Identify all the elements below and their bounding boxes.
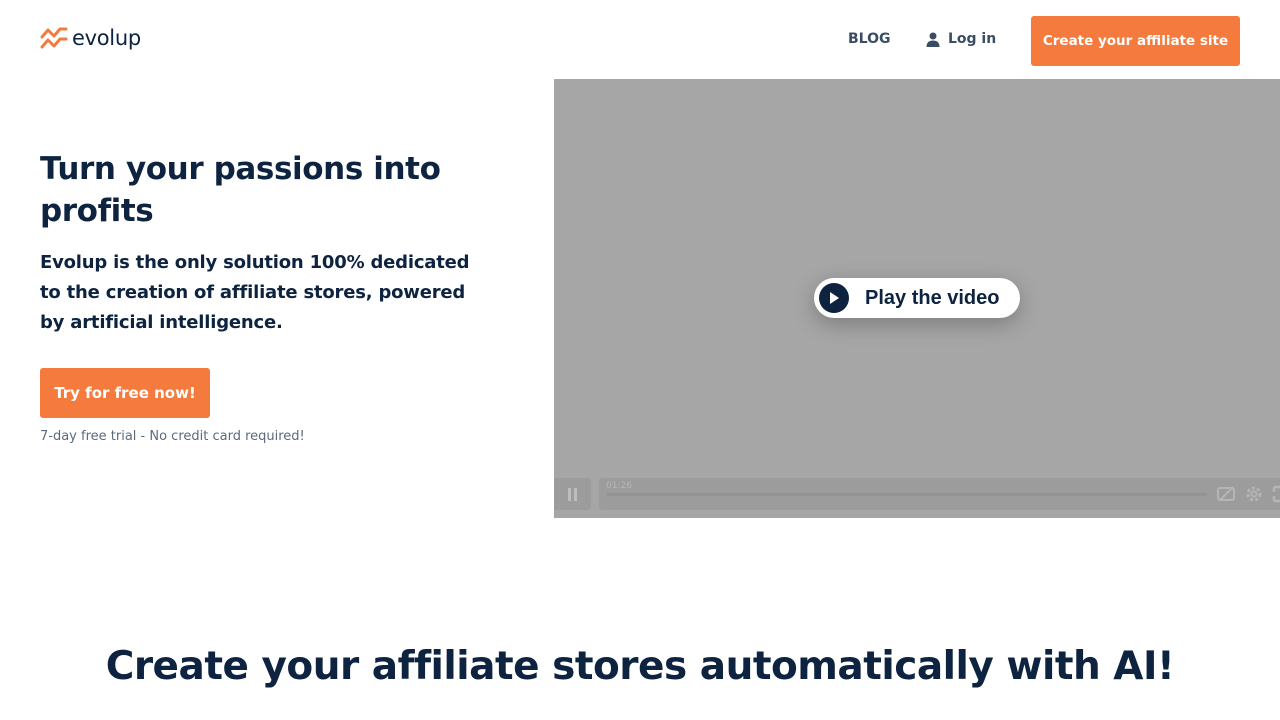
control-bar: 01:26: [599, 478, 1280, 510]
trial-note: 7-day free trial - No credit card requir…: [40, 429, 305, 444]
login-label: Log in: [948, 31, 997, 47]
create-affiliate-site-button[interactable]: Create your affiliate site: [1031, 16, 1240, 66]
user-icon: [926, 32, 940, 47]
progress-track[interactable]: 01:26: [603, 479, 1207, 496]
logo-mark-icon: [40, 27, 68, 49]
play-icon: [819, 283, 849, 313]
logo-text: evolup: [72, 26, 141, 50]
settings-icon[interactable]: [1245, 485, 1263, 503]
time-tooltip: 01:26: [603, 479, 635, 493]
video-player[interactable]: Play the video 01:26: [554, 79, 1280, 518]
hero-title: Turn your passions into profits: [40, 151, 441, 229]
video-controls: 01:26: [554, 478, 1280, 510]
pause-icon[interactable]: [554, 478, 591, 510]
site-header: evolup BLOG Log in Create your affiliate…: [0, 0, 1280, 80]
nav-login-link[interactable]: Log in: [926, 31, 996, 47]
nav-blog-link[interactable]: BLOG: [848, 31, 891, 47]
logo[interactable]: evolup: [40, 26, 141, 50]
captions-off-icon[interactable]: [1216, 485, 1236, 503]
try-free-button[interactable]: Try for free now!: [40, 368, 210, 418]
section-title: Create your affiliate stores automatical…: [105, 644, 1175, 689]
hero-subtitle: Evolup is the only solution 100% dedicat…: [40, 252, 470, 333]
fullscreen-icon[interactable]: [1271, 485, 1280, 503]
play-video-button[interactable]: Play the video: [814, 278, 1020, 318]
play-video-label: Play the video: [865, 286, 1000, 309]
